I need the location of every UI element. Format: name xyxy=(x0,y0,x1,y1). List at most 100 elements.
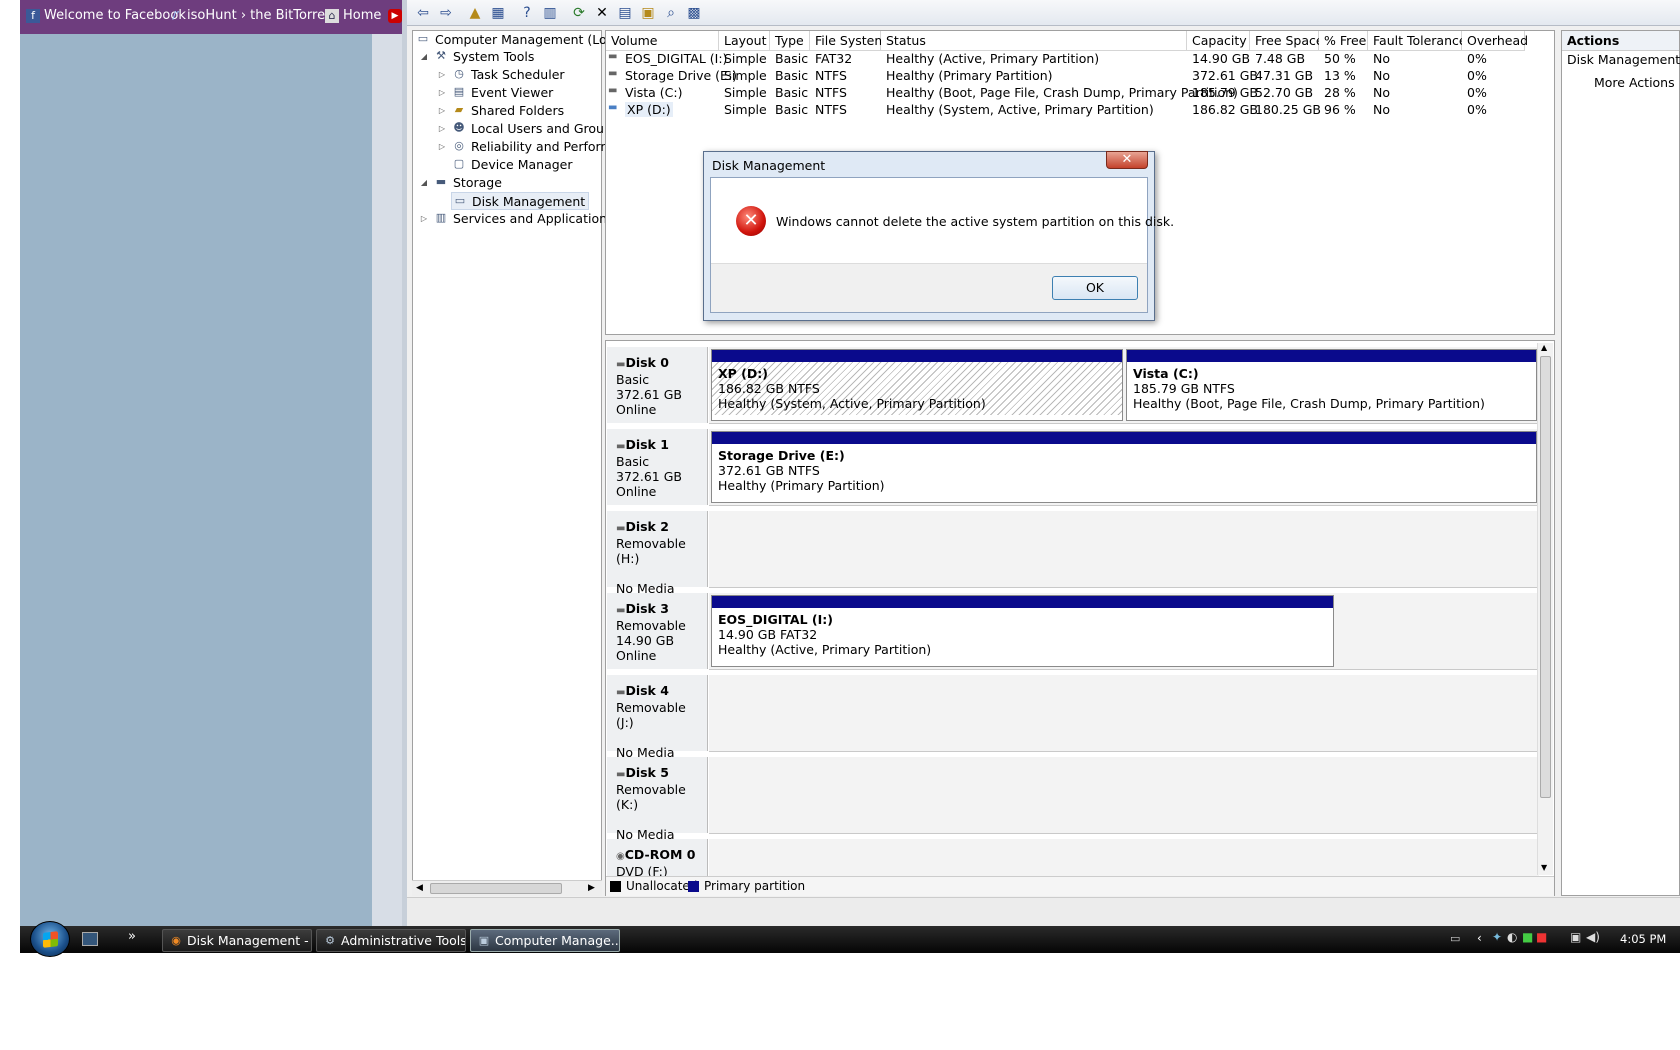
column-header-overhead[interactable]: Overhead xyxy=(1462,31,1528,51)
tree-item-event-viewer[interactable]: ▷ ▤ Event Viewer xyxy=(437,84,553,100)
start-button[interactable] xyxy=(30,921,70,957)
tree-item-services[interactable]: ▷ ▥ Services and Applications xyxy=(419,210,614,226)
show-desktop-icon[interactable] xyxy=(82,932,98,946)
tree-item-local-users[interactable]: ▷ ☻ Local Users and Groups xyxy=(437,120,618,136)
ok-button[interactable]: OK xyxy=(1052,276,1138,300)
tree-item-device-manager[interactable]: ▢ Device Manager xyxy=(451,156,573,172)
taskbar-item-firefox[interactable]: ◉ Disk Management - ... xyxy=(162,929,312,952)
keyboard-icon[interactable]: ▭ xyxy=(1450,932,1460,945)
show-hide-action-pane-icon[interactable]: ▥ xyxy=(540,3,560,23)
tree-item-computer-management[interactable]: ▭ Computer Management (Local xyxy=(415,31,625,47)
show-hidden-icons-chevron-icon[interactable]: ‹ xyxy=(1477,931,1482,945)
volume-icon[interactable]: ◀) xyxy=(1586,930,1600,944)
forward-icon[interactable]: ⇨ xyxy=(436,3,456,23)
table-cell: 47.31 GB xyxy=(1255,68,1314,83)
tray-status-icon[interactable]: ■ xyxy=(1522,930,1533,944)
back-icon[interactable]: ⇦ xyxy=(413,3,433,23)
partition-xp[interactable]: XP (D:) 186.82 GB NTFS Healthy (System, … xyxy=(711,349,1123,421)
tree-item-shared-folders[interactable]: ▷ ▰ Shared Folders xyxy=(437,102,564,118)
help-icon[interactable]: ? xyxy=(517,3,537,23)
partition-vista[interactable]: Vista (C:) 185.79 GB NTFS Healthy (Boot,… xyxy=(1126,349,1537,421)
expand-arrow-icon[interactable]: ▷ xyxy=(437,142,447,151)
tree-item-storage[interactable]: ◢ ▬ Storage xyxy=(419,174,502,190)
table-cell: NTFS xyxy=(815,85,847,100)
expand-arrow-icon[interactable]: ▷ xyxy=(437,70,447,79)
bookmark-home[interactable]: ⌂ Home xyxy=(325,8,381,23)
column-header-type[interactable]: Type xyxy=(770,31,810,51)
column-header-layout[interactable]: Layout xyxy=(719,31,770,51)
partition-status: Healthy (System, Active, Primary Partiti… xyxy=(718,396,986,411)
properties-icon[interactable]: ▤ xyxy=(615,3,635,23)
tree-item-system-tools[interactable]: ◢ ⚒ System Tools xyxy=(419,48,534,64)
more-actions-link[interactable]: More Actions xyxy=(1594,75,1675,90)
open-icon[interactable]: ▣ xyxy=(638,3,658,23)
scroll-right-icon[interactable]: ▶ xyxy=(588,883,595,893)
browser-bookmarks-bar: f Welcome to Facebook /ʼ isoHunt › the B… xyxy=(20,0,402,34)
network-icon[interactable]: ▣ xyxy=(1570,930,1581,944)
partition-storage-drive[interactable]: Storage Drive (E:) 372.61 GB NTFS Health… xyxy=(711,431,1537,503)
column-header-status[interactable]: Status xyxy=(881,31,1187,51)
actions-section-title[interactable]: Disk Management xyxy=(1567,52,1680,67)
settings-icon[interactable]: ▩ xyxy=(684,3,704,23)
drive-icon: ▬ xyxy=(608,102,618,113)
up-folder-icon[interactable]: ▲ xyxy=(465,3,485,23)
column-header-fault-tolerance[interactable]: Fault Tolerance xyxy=(1368,31,1467,51)
column-header-file-system[interactable]: File System xyxy=(810,31,887,51)
disk-2-label[interactable]: ▬Disk 2 Removable (H:) No Media xyxy=(607,511,708,596)
table-cell: No xyxy=(1373,68,1390,83)
column-header-free-space[interactable]: Free Space xyxy=(1250,31,1324,51)
show-hide-tree-icon[interactable]: ▦ xyxy=(488,3,508,23)
drive-icon: ▬ xyxy=(608,51,618,62)
delete-icon[interactable]: ✕ xyxy=(592,3,612,23)
tree-item-disk-management[interactable]: ▭ Disk Management xyxy=(451,192,590,210)
partition-status: Healthy (Active, Primary Partition) xyxy=(718,642,932,657)
refresh-icon[interactable]: ⟳ xyxy=(569,3,589,23)
expand-arrow-icon[interactable]: ▷ xyxy=(419,214,429,223)
clock[interactable]: 4:05 PM xyxy=(1620,932,1666,946)
disk-1-label[interactable]: ▬Disk 1 Basic 372.61 GB Online xyxy=(607,429,708,505)
table-cell: Basic xyxy=(775,51,809,66)
bookmark-isohunt[interactable]: /ʼ isoHunt › the BitTorre... xyxy=(169,8,337,23)
cdrom-0-label[interactable]: ◉CD-ROM 0 DVD (F:) xyxy=(607,839,708,879)
disk-4-label[interactable]: ▬Disk 4 Removable (J:) No Media xyxy=(607,675,708,760)
tree-horizontal-scrollbar[interactable]: ◀ ▶ xyxy=(412,880,602,896)
taskbar-item-administrative-tools[interactable]: ⚙ Administrative Tools xyxy=(316,929,466,952)
partition-eos-digital[interactable]: EOS_DIGITAL (I:) 14.90 GB FAT32 Healthy … xyxy=(711,595,1334,667)
bookmark-facebook[interactable]: f Welcome to Facebook xyxy=(26,8,186,23)
tray-star-icon[interactable]: ✦ xyxy=(1492,930,1502,944)
youtube-icon[interactable]: ▶ xyxy=(388,9,402,23)
expand-arrow-icon[interactable]: ▷ xyxy=(437,124,447,133)
partition-size: 186.82 GB NTFS xyxy=(718,381,820,396)
column-header-capacity[interactable]: Capacity xyxy=(1187,31,1250,51)
isohunt-icon: /ʼ xyxy=(172,8,180,22)
disk-view-vertical-scrollbar[interactable]: ▲ ▼ xyxy=(1537,343,1553,875)
partition-size: 185.79 GB NTFS xyxy=(1133,381,1235,396)
taskbar-item-computer-management[interactable]: ▣ Computer Manage... xyxy=(470,929,620,952)
tray-alert-icon[interactable]: ■ xyxy=(1536,930,1547,944)
scroll-down-icon[interactable]: ▼ xyxy=(1541,863,1547,872)
expand-arrow-icon[interactable]: ▷ xyxy=(437,106,447,115)
column-header-percent-free[interactable]: % Free xyxy=(1319,31,1368,51)
expand-arrow-icon[interactable]: ▷ xyxy=(437,88,447,97)
scroll-left-icon[interactable]: ◀ xyxy=(416,883,423,893)
close-button[interactable]: ✕ xyxy=(1106,151,1148,169)
actions-pane: Actions Disk Management More Actions xyxy=(1561,30,1680,896)
search-icon[interactable]: ⌕ xyxy=(661,3,681,23)
tray-sync-icon[interactable]: ◐ xyxy=(1507,930,1517,944)
disk-5-label[interactable]: ▬Disk 5 Removable (K:) No Media xyxy=(607,757,708,842)
tree-item-task-scheduler[interactable]: ▷ ◷ Task Scheduler xyxy=(437,66,565,82)
collapse-arrow-icon[interactable]: ◢ xyxy=(419,52,429,61)
disk-3-label[interactable]: ▬Disk 3 Removable 14.90 GB Online xyxy=(607,593,708,669)
table-cell: 0% xyxy=(1467,85,1487,100)
scrollbar-thumb[interactable] xyxy=(430,883,562,894)
tree-item-reliability[interactable]: ▷ ◎ Reliability and Performa xyxy=(437,138,620,154)
computer-management-icon: ▣ xyxy=(478,934,490,947)
disk-0-label[interactable]: ▬Disk 0 Basic 372.61 GB Online xyxy=(607,347,708,423)
scroll-up-icon[interactable]: ▲ xyxy=(1541,343,1547,352)
column-header-volume[interactable]: Volume xyxy=(606,31,719,51)
quick-launch-chevron-icon[interactable]: » xyxy=(128,929,136,944)
table-cell: 186.82 GB xyxy=(1192,102,1258,117)
status-bar xyxy=(407,897,1680,926)
collapse-arrow-icon[interactable]: ◢ xyxy=(419,178,429,187)
scrollbar-thumb[interactable] xyxy=(1540,356,1551,798)
